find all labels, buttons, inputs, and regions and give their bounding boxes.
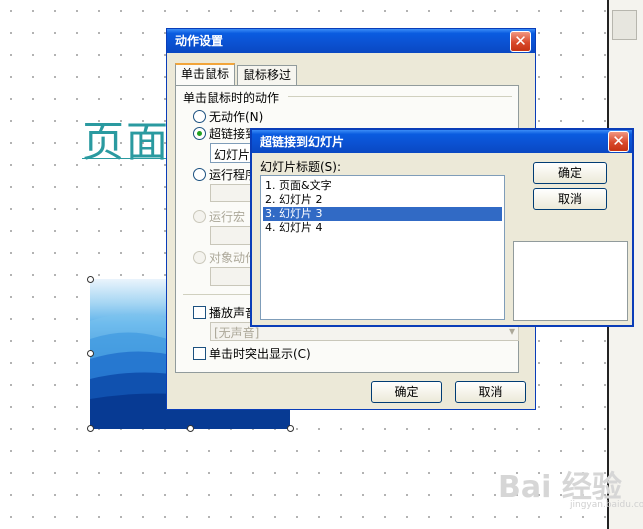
cancel-button[interactable]: 取消 bbox=[533, 188, 607, 210]
slide-title-text[interactable]: 页面 bbox=[82, 108, 170, 169]
slide-title-underline bbox=[82, 158, 172, 159]
ok-button[interactable]: 确定 bbox=[371, 381, 442, 403]
ok-button-label: 确定 bbox=[394, 385, 419, 399]
hyperlink-dialog-title: 超链接到幻灯片 bbox=[260, 135, 345, 149]
list-item[interactable]: 1. 页面&文字 bbox=[263, 179, 502, 193]
radio-run-macro-label: 运行宏 bbox=[209, 210, 246, 224]
resize-handle[interactable] bbox=[87, 425, 94, 432]
resize-handle[interactable] bbox=[287, 425, 294, 432]
tab-label: 鼠标移过 bbox=[243, 68, 292, 82]
watermark-url: jingyan.baidu.com bbox=[570, 500, 643, 510]
resize-handle[interactable] bbox=[87, 276, 94, 283]
scrollbar-thumb[interactable] bbox=[612, 10, 637, 40]
checkbox-highlight-click[interactable] bbox=[193, 347, 206, 360]
action-dialog-title: 动作设置 bbox=[175, 34, 224, 48]
tab-mouse-click[interactable]: 单击鼠标 bbox=[175, 63, 236, 86]
resize-handle[interactable] bbox=[187, 425, 194, 432]
hyperlink-to-slide-dialog: 超链接到幻灯片 ✕ 幻灯片标题(S): 1. 页面&文字 2. 幻灯片 2 3.… bbox=[250, 128, 634, 327]
tab-mouse-over[interactable]: 鼠标移过 bbox=[237, 65, 298, 85]
hyperlink-select-value: 幻灯片 bbox=[214, 148, 251, 162]
list-item[interactable]: 4. 幻灯片 4 bbox=[263, 221, 502, 235]
group-label: 单击鼠标时的动作 bbox=[183, 91, 280, 105]
radio-no-action[interactable] bbox=[193, 110, 206, 123]
close-button[interactable]: ✕ bbox=[510, 31, 531, 52]
radio-run-program[interactable] bbox=[193, 168, 206, 181]
hyperlink-dialog-titlebar[interactable]: 超链接到幻灯片 bbox=[252, 130, 632, 153]
resize-handle[interactable] bbox=[87, 350, 94, 357]
checkbox-highlight-click-label: 单击时突出显示(C) bbox=[209, 347, 311, 361]
list-item-selected[interactable]: 3. 幻灯片 3 bbox=[263, 207, 502, 221]
tab-label: 单击鼠标 bbox=[181, 67, 230, 81]
ok-button[interactable]: 确定 bbox=[533, 162, 607, 184]
slide-list-label: 幻灯片标题(S): bbox=[260, 160, 342, 174]
list-item[interactable]: 2. 幻灯片 2 bbox=[263, 193, 502, 207]
close-icon: ✕ bbox=[612, 132, 625, 150]
sound-select-value: [无声音] bbox=[214, 326, 260, 340]
action-dialog-titlebar[interactable]: 动作设置 bbox=[167, 29, 535, 53]
radio-object-action bbox=[193, 251, 206, 264]
radio-no-action-label: 无动作(N) bbox=[209, 110, 264, 124]
group-divider bbox=[288, 96, 512, 97]
cancel-button[interactable]: 取消 bbox=[455, 381, 526, 403]
close-icon: ✕ bbox=[514, 32, 527, 50]
cancel-button-label: 取消 bbox=[478, 385, 503, 399]
ok-button-label: 确定 bbox=[557, 166, 582, 180]
slide-preview bbox=[513, 241, 628, 321]
radio-hyperlink[interactable] bbox=[193, 127, 206, 140]
close-button[interactable]: ✕ bbox=[608, 131, 629, 152]
cancel-button-label: 取消 bbox=[557, 192, 582, 206]
slide-title-list[interactable]: 1. 页面&文字 2. 幻灯片 2 3. 幻灯片 3 4. 幻灯片 4 bbox=[260, 175, 505, 320]
checkbox-play-sound[interactable] bbox=[193, 306, 206, 319]
radio-run-macro bbox=[193, 210, 206, 223]
